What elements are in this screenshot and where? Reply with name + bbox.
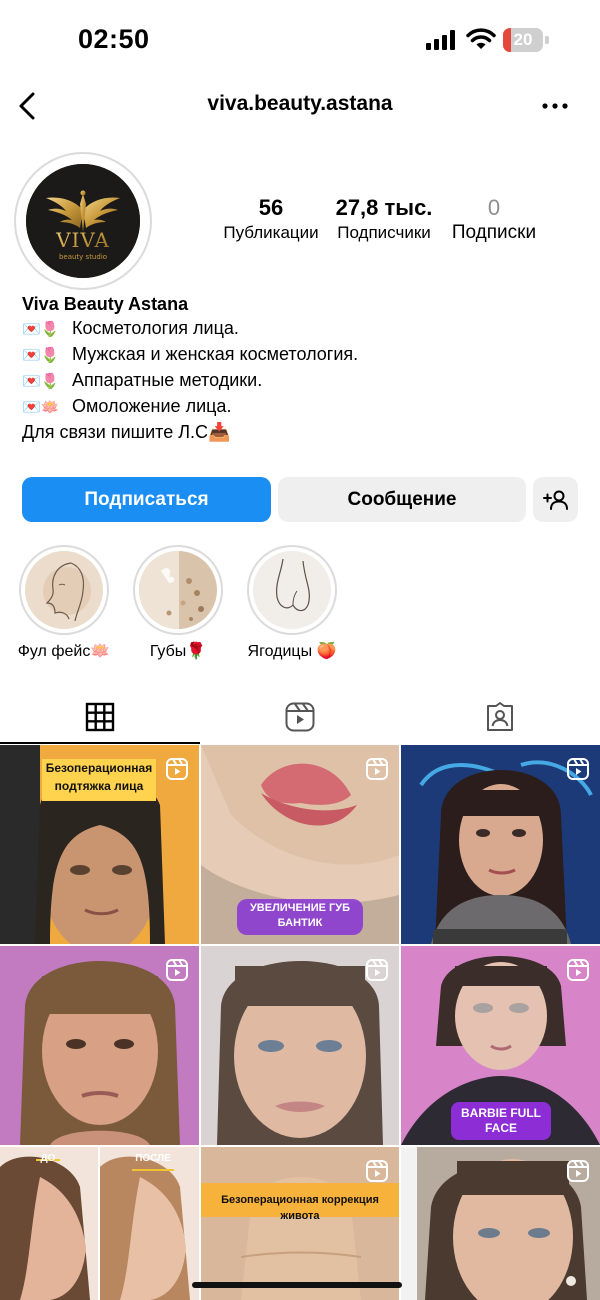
tagged-icon bbox=[487, 702, 513, 731]
add-person-button[interactable] bbox=[533, 477, 578, 522]
reels-icon bbox=[366, 1160, 388, 1182]
post-overlay-text: BARBIE FULL FACE bbox=[461, 1106, 541, 1135]
avatar-image: VIVA beauty studio bbox=[26, 164, 140, 278]
battery-indicator: 20 bbox=[503, 28, 549, 52]
tab-posts-grid[interactable] bbox=[0, 690, 200, 744]
bio-line: 💌🪷 Омоложение лица. bbox=[22, 396, 232, 416]
profile-avatar[interactable]: VIVA beauty studio bbox=[14, 152, 152, 290]
post-thumbnail[interactable] bbox=[401, 745, 600, 944]
status-time: 02:50 bbox=[78, 24, 150, 54]
stat-posts-label: Публикации bbox=[223, 223, 319, 242]
post-overlay-text-secondary: ПОСЛЕ bbox=[135, 1153, 171, 1164]
reels-icon bbox=[567, 959, 589, 981]
post-overlay-text: УВЕЛИЧЕНИЕ ГУБ БАНТИК bbox=[249, 902, 351, 929]
message-button[interactable]: Сообщение bbox=[278, 477, 526, 522]
stat-followers[interactable]: 27,8 тыс. Подписчики bbox=[324, 195, 444, 245]
highlight-label: Фул фейс🪷 bbox=[17, 643, 111, 660]
highlight-cover bbox=[253, 551, 331, 629]
post-thumbnail[interactable]: УВЕЛИЧЕНИЕ ГУБ БАНТИК bbox=[201, 745, 399, 944]
profile-bio: Viva Beauty Astana 💌🌷 Косметология лица. … bbox=[22, 292, 582, 445]
bio-contact: Для связи пишите Л.С📥 bbox=[22, 422, 231, 442]
post-thumbnail[interactable] bbox=[0, 946, 199, 1145]
grid-icon bbox=[85, 702, 115, 732]
wifi-icon bbox=[466, 28, 496, 49]
post-thumbnail[interactable]: Безоперационная коррекция живота bbox=[201, 1147, 399, 1300]
svg-text:VIVA: VIVA bbox=[55, 228, 110, 252]
add-person-icon bbox=[542, 490, 568, 510]
highlight-cover bbox=[139, 551, 217, 629]
stat-posts-value: 56 bbox=[258, 195, 284, 220]
highlight-lips[interactable]: Губы🌹 bbox=[118, 545, 238, 663]
bio-line: 💌🌷 Аппаратные методики. bbox=[22, 370, 263, 390]
profile-display-name: Viva Beauty Astana bbox=[22, 294, 189, 314]
bio-line: 💌🌷 Косметология лица. bbox=[22, 318, 239, 338]
post-thumbnail[interactable]: Безоперационная подтяжка лица bbox=[0, 745, 199, 944]
highlight-label: Ягодицы 🍑 bbox=[247, 643, 337, 660]
post-overlay-text: Безоперационная коррекция живота bbox=[221, 1194, 379, 1222]
bio-line: 💌🌷 Мужская и женская косметология. bbox=[22, 344, 359, 364]
more-horizontal-icon[interactable] bbox=[538, 92, 572, 120]
stat-following-label: Подписки bbox=[451, 222, 537, 243]
post-thumbnail[interactable]: ДО ПОСЛЕ bbox=[0, 1147, 199, 1300]
nav-bar: viva.beauty.astana bbox=[0, 80, 600, 132]
battery-text: 20 bbox=[513, 30, 533, 49]
post-thumbnail[interactable] bbox=[201, 946, 399, 1145]
stat-followers-label: Подписчики bbox=[337, 223, 431, 242]
highlight-label: Губы🌹 bbox=[149, 643, 207, 660]
reels-icon bbox=[166, 959, 188, 981]
profile-username: viva.beauty.astana bbox=[207, 92, 393, 115]
post-overlay-text: Безоперационная подтяжка лица bbox=[45, 761, 153, 793]
cellular-signal-icon bbox=[426, 30, 455, 50]
profile-tabs bbox=[0, 690, 600, 744]
follow-button[interactable]: Подписаться bbox=[22, 477, 271, 522]
stat-following[interactable]: 0 Подписки bbox=[434, 195, 554, 245]
active-tab-indicator bbox=[0, 742, 200, 744]
tab-tagged[interactable] bbox=[400, 690, 600, 744]
highlight-buttocks[interactable]: Ягодицы 🍑 bbox=[232, 545, 352, 663]
home-indicator[interactable] bbox=[192, 1282, 402, 1288]
stat-following-value: 0 bbox=[487, 195, 501, 220]
reels-icon bbox=[366, 758, 388, 780]
stat-posts[interactable]: 56 Публикации bbox=[211, 195, 331, 245]
stat-followers-value: 27,8 тыс. bbox=[335, 195, 433, 220]
svg-text:beauty studio: beauty studio bbox=[59, 253, 107, 261]
reels-icon bbox=[567, 758, 589, 780]
tab-reels[interactable] bbox=[200, 690, 400, 744]
post-thumbnail[interactable] bbox=[401, 1147, 600, 1300]
post-thumbnail[interactable]: BARBIE FULL FACE bbox=[401, 946, 600, 1145]
viva-logo-icon: VIVA beauty studio bbox=[26, 164, 140, 278]
reels-icon bbox=[366, 959, 388, 981]
highlight-cover bbox=[25, 551, 103, 629]
post-overlay-text: ДО bbox=[40, 1153, 56, 1164]
highlight-full-face[interactable]: Фул фейс🪷 bbox=[4, 545, 124, 663]
status-bar: 02:50 20 bbox=[0, 0, 600, 80]
reels-icon bbox=[285, 702, 315, 732]
reels-icon bbox=[567, 1160, 589, 1182]
reels-icon bbox=[166, 758, 188, 780]
posts-grid: Безоперационная подтяжка лица УВЕЛИЧЕНИЕ… bbox=[0, 745, 600, 1300]
